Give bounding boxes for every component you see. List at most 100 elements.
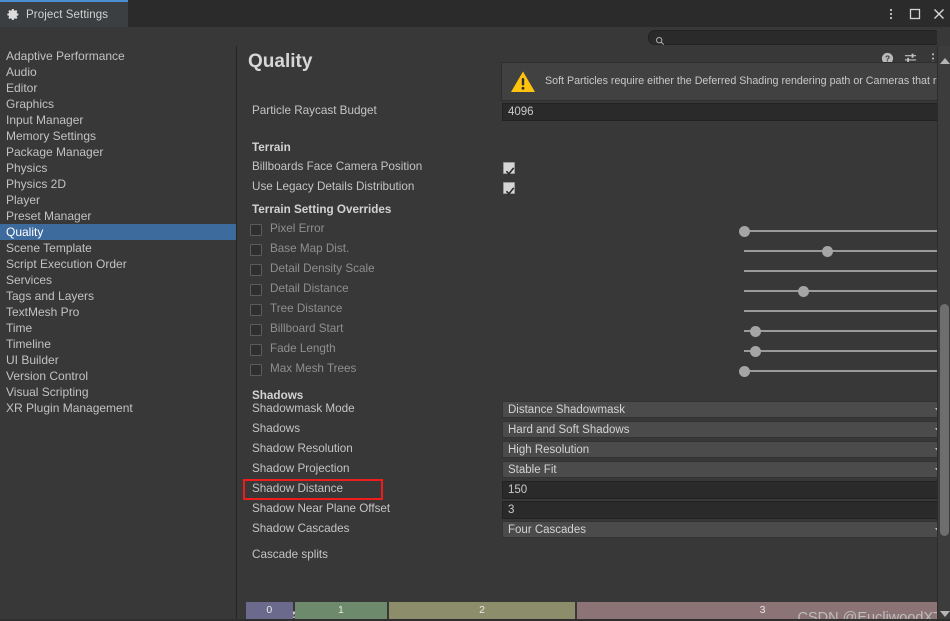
checkbox-override-base-map-dist-[interactable] xyxy=(250,244,262,256)
sidebar-item-script-execution-order[interactable]: Script Execution Order xyxy=(0,256,236,272)
sidebar-item-preset-manager[interactable]: Preset Manager xyxy=(0,208,236,224)
vertical-scrollbar[interactable] xyxy=(937,46,950,621)
sidebar-item-tags-and-layers[interactable]: Tags and Layers xyxy=(0,288,236,304)
slider-handle-fade-length[interactable] xyxy=(750,346,762,357)
label-use-legacy-details-distribution: Use Legacy Details Distribution xyxy=(252,180,415,193)
checkbox-override-detail-density-scale[interactable] xyxy=(250,264,262,276)
sidebar-item-visual-scripting[interactable]: Visual Scripting xyxy=(0,384,236,400)
label-cascade-splits: Cascade splits xyxy=(252,548,329,561)
checkbox-override-billboard-start[interactable] xyxy=(250,324,262,336)
sidebar-item-quality[interactable]: Quality xyxy=(0,224,236,240)
tab-label: Project Settings xyxy=(26,8,109,21)
dropdown-value-shadowmask-mode: Distance Shadowmask xyxy=(508,403,625,416)
warning-banner: Soft Particles require either the Deferr… xyxy=(501,62,950,101)
label-pixel-error: Pixel Error xyxy=(270,222,325,235)
search-bar-strip xyxy=(0,27,950,46)
field-shadow-near-plane-offset[interactable]: 3 xyxy=(502,501,949,519)
slider-handle-base-map-dist-[interactable] xyxy=(822,246,834,257)
more-options-icon[interactable] xyxy=(884,7,897,20)
sidebar-item-timeline[interactable]: Timeline xyxy=(0,336,236,352)
dropdown-value-shadow-cascades: Four Cascades xyxy=(508,523,586,536)
slider-track-detail-distance[interactable] xyxy=(744,290,950,292)
slider-track-pixel-error[interactable] xyxy=(744,230,950,232)
section-header-terrain: Terrain xyxy=(252,141,291,154)
warning-text: Soft Particles require either the Deferr… xyxy=(545,74,950,87)
scroll-down-arrow-icon[interactable] xyxy=(940,611,950,617)
close-icon[interactable] xyxy=(932,7,945,20)
project-settings-window: Project Settings Adaptive Performance Aud… xyxy=(0,0,950,621)
sidebar-item-version-control[interactable]: Version Control xyxy=(0,368,236,384)
checkbox-billboards-face-camera-position[interactable] xyxy=(503,162,515,176)
slider-handle-billboard-start[interactable] xyxy=(750,326,762,337)
slider-handle-pixel-error[interactable] xyxy=(738,226,750,237)
field-particle-raycast-budget[interactable]: 4096 xyxy=(502,103,949,121)
label-shadowmask-mode: Shadowmask Mode xyxy=(252,402,355,415)
slider-track-max-mesh-trees[interactable] xyxy=(744,370,950,372)
sidebar-item-ui-builder[interactable]: UI Builder xyxy=(0,352,236,368)
title-bar: Project Settings xyxy=(0,0,950,27)
sidebar-item-time[interactable]: Time xyxy=(0,320,236,336)
scrollbar-corner xyxy=(937,27,950,46)
cascade-index: 3 xyxy=(759,604,766,616)
checkbox-override-detail-distance[interactable] xyxy=(250,284,262,296)
checkbox-override-max-mesh-trees[interactable] xyxy=(250,364,262,376)
field-shadow-distance[interactable]: 150 xyxy=(502,481,949,499)
slider-track-tree-distance[interactable] xyxy=(744,310,950,312)
page-title: Quality xyxy=(248,51,313,72)
search-icon xyxy=(655,33,665,46)
slider-track-fade-length[interactable] xyxy=(744,350,950,352)
check-icon xyxy=(505,183,515,196)
dropdown-shadowmask-mode[interactable]: Distance Shadowmask xyxy=(502,401,949,418)
slider-handle-max-mesh-trees[interactable] xyxy=(738,366,750,377)
dropdown-shadows[interactable]: Hard and Soft Shadows xyxy=(502,421,949,438)
sidebar-item-player[interactable]: Player xyxy=(0,192,236,208)
quality-settings-panel: Quality ? Soft Particles require either … xyxy=(238,46,950,621)
sidebar-item-services[interactable]: Services xyxy=(0,272,236,288)
checkbox-override-tree-distance[interactable] xyxy=(250,304,262,316)
sidebar-item-audio[interactable]: Audio xyxy=(0,64,236,80)
slider-track-base-map-dist-[interactable] xyxy=(744,250,950,252)
sidebar-item-input-manager[interactable]: Input Manager xyxy=(0,112,236,128)
label-billboards-face-camera-position: Billboards Face Camera Position xyxy=(252,160,423,173)
sidebar-item-graphics[interactable]: Graphics xyxy=(0,96,236,112)
sidebar-item-scene-template[interactable]: Scene Template xyxy=(0,240,236,256)
warning-triangle-icon xyxy=(510,70,536,94)
label-shadow-cascades: Shadow Cascades xyxy=(252,522,350,535)
slider-track-detail-density-scale[interactable] xyxy=(744,270,950,272)
checkbox-override-pixel-error[interactable] xyxy=(250,224,262,236)
label-shadow-projection: Shadow Projection xyxy=(252,462,350,475)
slider-track-billboard-start[interactable] xyxy=(744,330,950,332)
checkbox-override-fade-length[interactable] xyxy=(250,344,262,356)
dropdown-value-shadow-resolution: High Resolution xyxy=(508,443,590,456)
label-shadow-near-plane-offset: Shadow Near Plane Offset xyxy=(252,502,391,515)
sidebar-item-physics-2d[interactable]: Physics 2D xyxy=(0,176,236,192)
gear-icon xyxy=(7,8,20,21)
sidebar-item-xr-plugin-management[interactable]: XR Plugin Management xyxy=(0,400,236,416)
cascade-index: 0 xyxy=(266,604,273,616)
label-max-mesh-trees: Max Mesh Trees xyxy=(270,362,357,375)
maximize-icon[interactable] xyxy=(908,7,921,20)
scrollbar-thumb[interactable] xyxy=(940,304,949,536)
sidebar-item-physics[interactable]: Physics xyxy=(0,160,236,176)
slider-handle-detail-distance[interactable] xyxy=(798,286,810,297)
tab-project-settings[interactable]: Project Settings xyxy=(0,0,128,27)
cascade-index: 1 xyxy=(337,604,344,616)
sidebar-item-textmesh-pro[interactable]: TextMesh Pro xyxy=(0,304,236,320)
label-detail-distance: Detail Distance xyxy=(270,282,349,295)
label-billboard-start: Billboard Start xyxy=(270,322,344,335)
search-box[interactable] xyxy=(648,30,940,46)
sidebar-item-editor[interactable]: Editor xyxy=(0,80,236,96)
dropdown-shadow-resolution[interactable]: High Resolution xyxy=(502,441,949,458)
label-base-map-dist-: Base Map Dist. xyxy=(270,242,350,255)
dropdown-shadow-cascades[interactable]: Four Cascades xyxy=(502,521,949,538)
search-input[interactable] xyxy=(667,32,922,43)
check-icon xyxy=(505,163,515,176)
dropdown-value-shadows: Hard and Soft Shadows xyxy=(508,423,630,436)
sidebar-item-memory-settings[interactable]: Memory Settings xyxy=(0,128,236,144)
scroll-up-arrow-icon[interactable] xyxy=(940,58,950,64)
settings-category-sidebar[interactable]: Adaptive Performance Audio Editor Graphics I… xyxy=(0,46,237,621)
sidebar-item-adaptive-performance[interactable]: Adaptive Performance xyxy=(0,48,236,64)
dropdown-shadow-projection[interactable]: Stable Fit xyxy=(502,461,949,478)
checkbox-use-legacy-details-distribution[interactable] xyxy=(503,182,515,196)
sidebar-item-package-manager[interactable]: Package Manager xyxy=(0,144,236,160)
